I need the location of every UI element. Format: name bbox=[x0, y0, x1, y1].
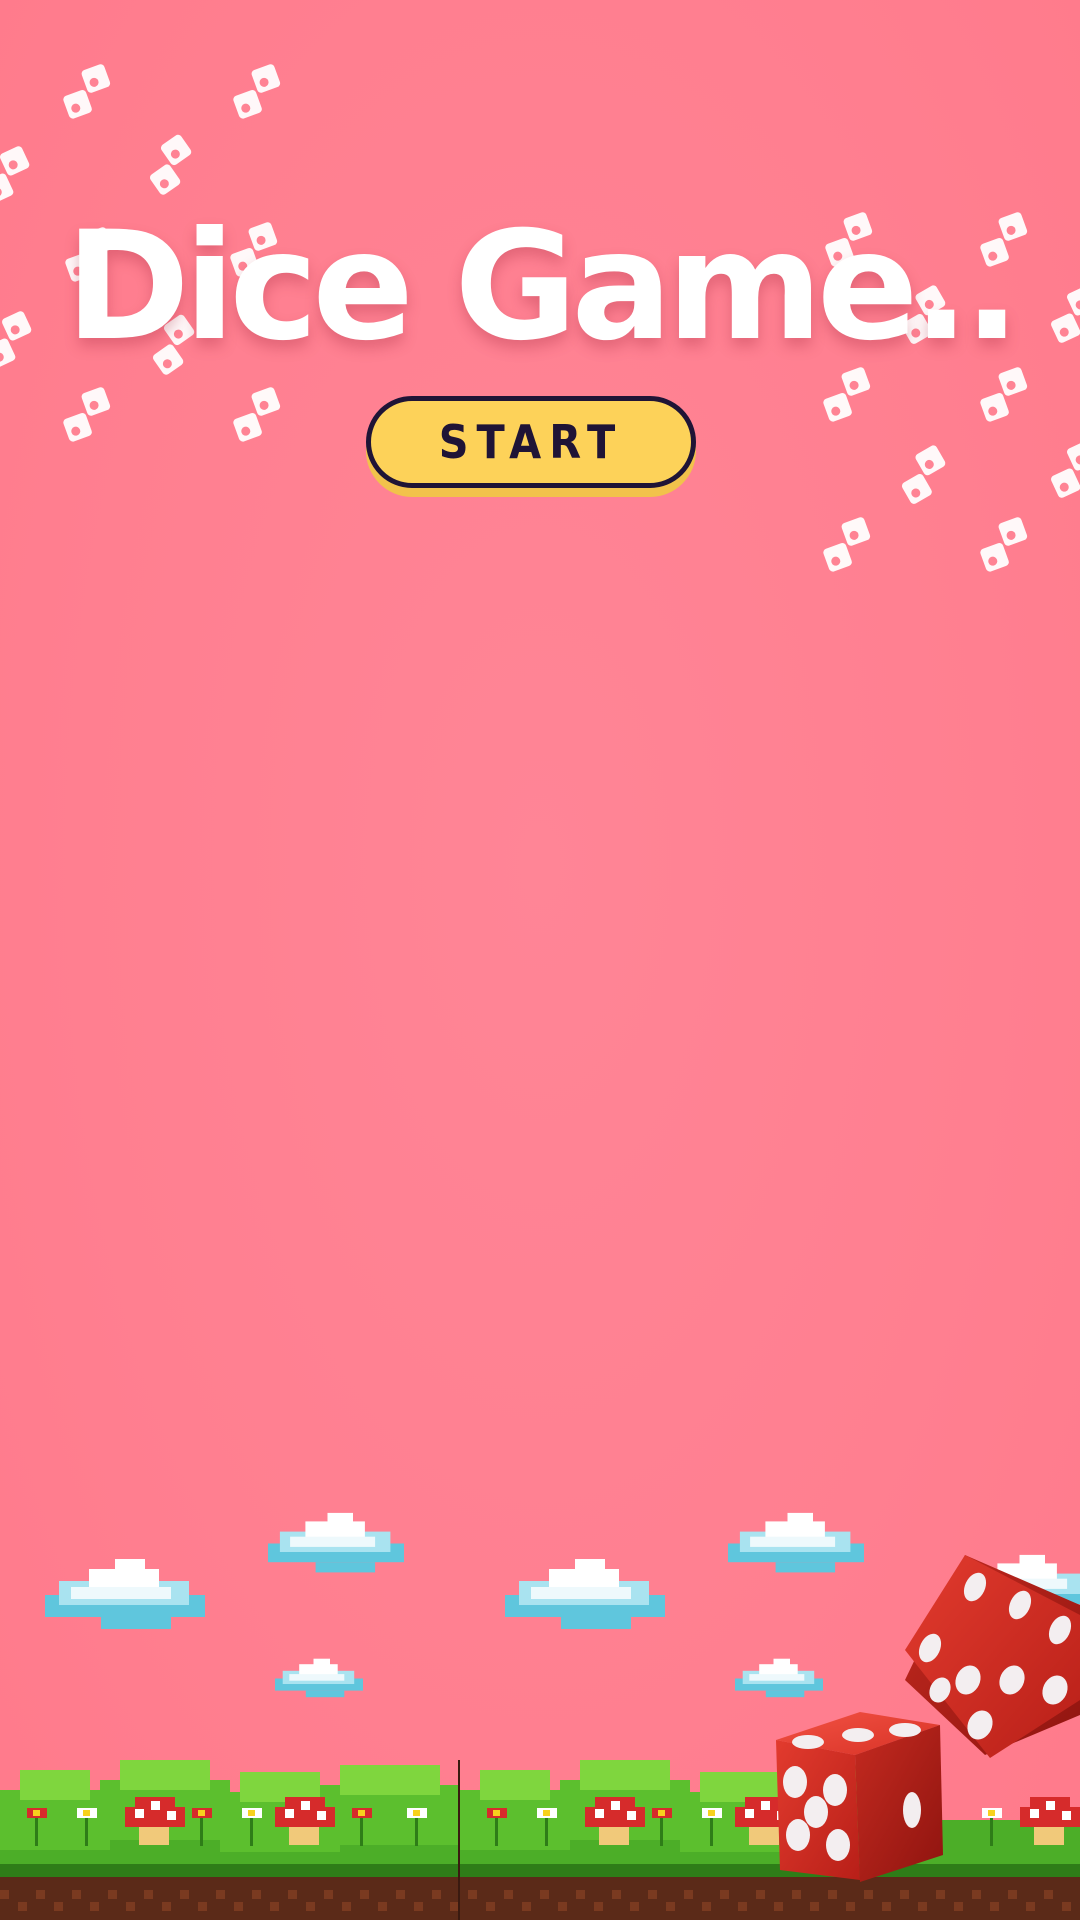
red-dice bbox=[776, 1555, 1080, 1882]
red-die-icon bbox=[776, 1712, 943, 1882]
